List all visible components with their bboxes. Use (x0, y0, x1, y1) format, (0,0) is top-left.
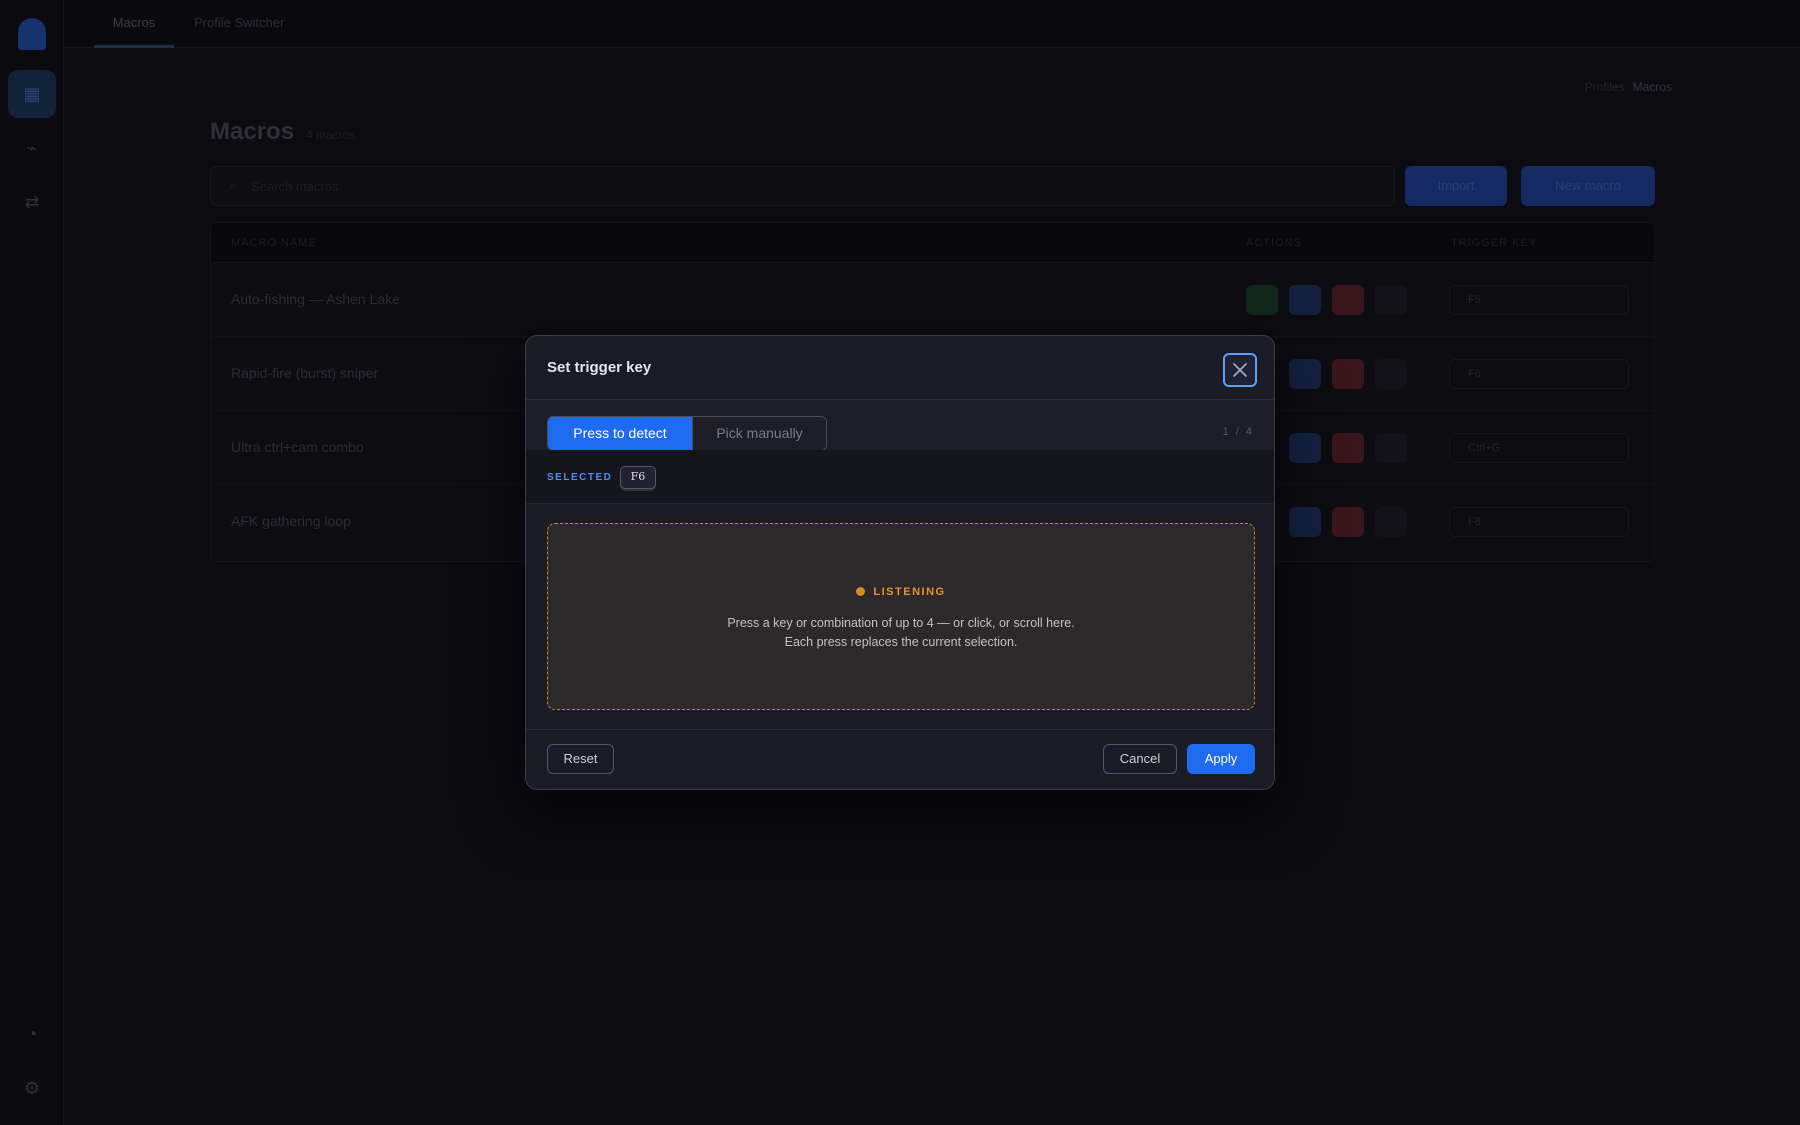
listening-status: LISTENING (548, 586, 1254, 598)
reset-button[interactable]: Reset (547, 744, 614, 774)
listening-hint: Each press replaces the current selectio… (784, 635, 1018, 649)
apply-button[interactable]: Apply (1187, 744, 1255, 774)
set-trigger-key-dialog: Set trigger key Press to detect Pick man… (525, 335, 1275, 790)
key-count-indicator: 1 / 4 (1222, 426, 1254, 438)
tab-press-to-detect[interactable]: Press to detect (548, 417, 692, 450)
recording-dot-icon (856, 586, 866, 596)
close-icon (1233, 363, 1247, 377)
selected-label: SELECTED (547, 472, 613, 483)
selected-key-chip[interactable]: F6 (620, 466, 656, 489)
close-button[interactable] (1223, 353, 1257, 387)
listening-capture-zone[interactable]: LISTENING Press a key or combination of … (547, 523, 1255, 710)
mode-segmented-control: Press to detect Pick manually (547, 416, 827, 451)
app-root: ▦ ⌁ ⇄ ◔ ⚙ Macros Profile Switcher Profil… (0, 0, 1800, 1125)
listening-instruction: Press a key or combination of up to 4 — … (727, 616, 1075, 630)
cancel-button[interactable]: Cancel (1103, 744, 1177, 774)
dialog-title: Set trigger key (547, 359, 652, 376)
tab-pick-manually[interactable]: Pick manually (692, 417, 826, 450)
